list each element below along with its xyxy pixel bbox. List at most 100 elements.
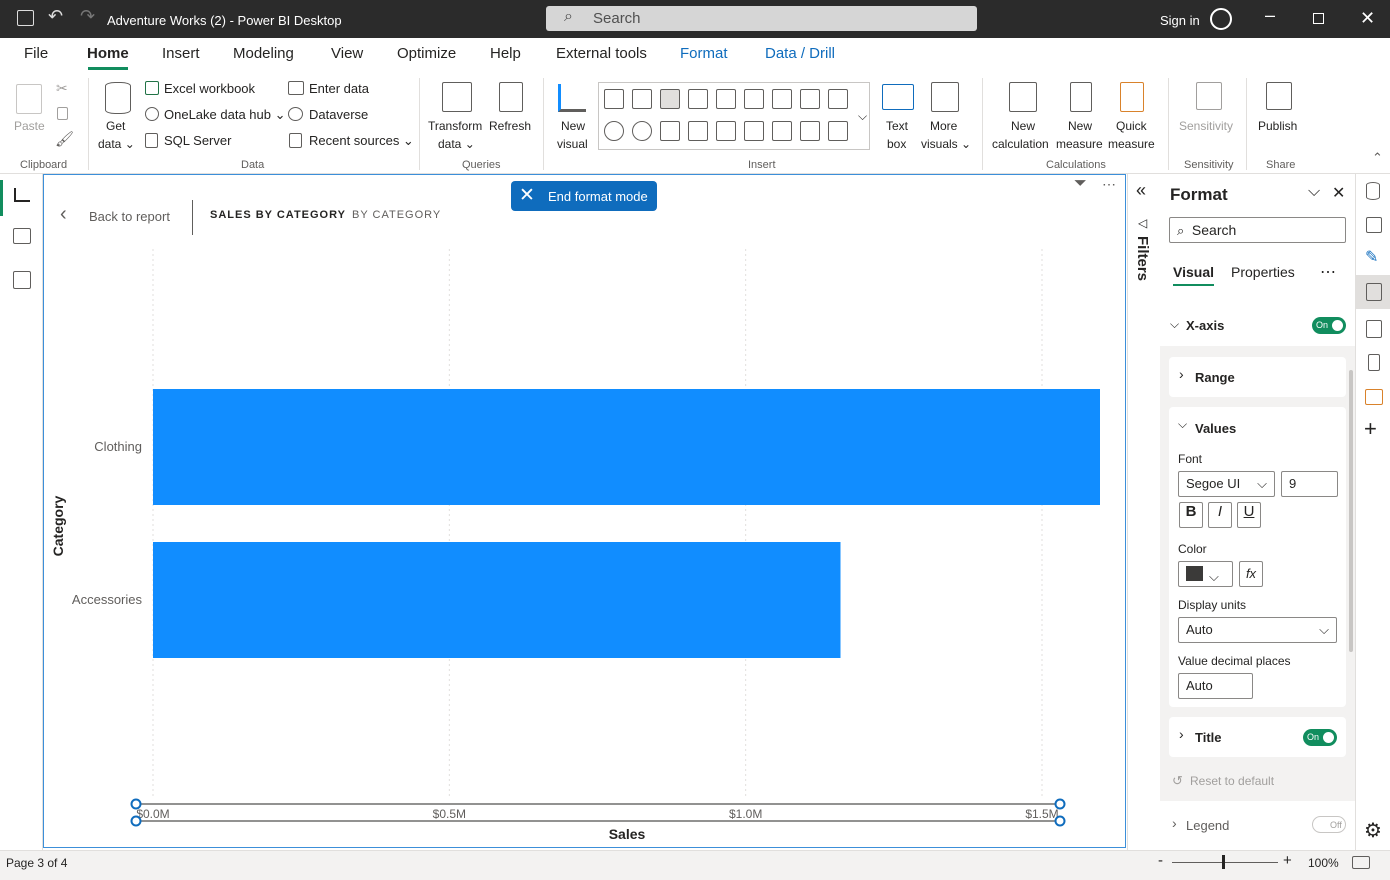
bar-accessories[interactable] bbox=[153, 542, 841, 658]
100-column-visual-icon[interactable] bbox=[744, 89, 764, 109]
fx-button[interactable]: fx bbox=[1239, 561, 1263, 587]
filters-label[interactable]: Filters bbox=[1134, 236, 1151, 281]
report-view-icon[interactable] bbox=[14, 188, 30, 202]
collapse-ribbon-icon[interactable]: ⌃ bbox=[1372, 150, 1383, 166]
card-visual-icon[interactable] bbox=[744, 121, 764, 141]
expand-filters-icon[interactable]: « bbox=[1136, 180, 1146, 201]
treemap-visual-icon[interactable] bbox=[660, 121, 680, 141]
pane-scrollbar[interactable] bbox=[1349, 370, 1353, 652]
bold-button[interactable]: B bbox=[1179, 502, 1203, 528]
enter-data-button[interactable]: Enter data bbox=[309, 81, 369, 96]
clustered-bar-visual-icon[interactable] bbox=[660, 89, 680, 109]
x-axis-section[interactable]: X-axis bbox=[1186, 318, 1224, 333]
more-options-icon[interactable]: ⋯ bbox=[1320, 262, 1336, 282]
gauge-visual-icon[interactable] bbox=[716, 121, 736, 141]
dataverse-button[interactable]: Dataverse bbox=[309, 107, 368, 122]
chevron-down-icon[interactable]: ⌵ bbox=[1308, 183, 1320, 201]
bar-chart[interactable]: $0.0M $0.5M $1.0M $1.5M Clothing Accessories S… bbox=[43, 174, 1126, 848]
new-visual-label-1[interactable]: New bbox=[561, 119, 585, 133]
sql-server-button[interactable]: SQL Server bbox=[164, 133, 231, 148]
format-painter-icon[interactable]: 🖌 bbox=[55, 130, 74, 148]
title-toggle[interactable]: On bbox=[1303, 729, 1337, 746]
map-visual-icon[interactable] bbox=[688, 121, 708, 141]
table-view-icon[interactable] bbox=[13, 228, 31, 244]
italic-button[interactable]: I bbox=[1208, 502, 1232, 528]
legend-section[interactable]: Legend bbox=[1186, 818, 1229, 833]
resize-handle[interactable] bbox=[130, 815, 142, 827]
minimize-icon[interactable]: – bbox=[1265, 5, 1275, 26]
menu-help[interactable]: Help bbox=[490, 45, 521, 62]
refresh-button[interactable]: Refresh bbox=[489, 119, 531, 133]
menu-home[interactable]: Home bbox=[87, 45, 129, 62]
new-measure-label-1[interactable]: New bbox=[1068, 119, 1092, 133]
recent-sources-button[interactable]: Recent sources ⌄ bbox=[309, 133, 414, 149]
display-units-select[interactable]: Auto ⌵ bbox=[1178, 617, 1337, 643]
new-calculation-label-2[interactable]: calculation bbox=[992, 137, 1049, 151]
stacked-column-visual-icon[interactable] bbox=[632, 89, 652, 109]
title-card[interactable]: › Title On bbox=[1169, 717, 1346, 757]
cut-icon[interactable]: ✂ bbox=[56, 80, 68, 97]
new-calculation-label-1[interactable]: New bbox=[1011, 119, 1035, 133]
underline-button[interactable]: U bbox=[1237, 502, 1261, 528]
close-pane-icon[interactable]: ✕ bbox=[1332, 183, 1345, 203]
build-visual-icon[interactable] bbox=[1366, 217, 1382, 233]
menu-file[interactable]: File bbox=[24, 45, 48, 62]
data-pane-icon[interactable] bbox=[1366, 182, 1380, 200]
area-visual-icon[interactable] bbox=[800, 89, 820, 109]
decimal-places-stepper[interactable]: Auto bbox=[1178, 673, 1253, 699]
new-measure-label-2[interactable]: measure bbox=[1056, 137, 1103, 151]
resize-handle[interactable] bbox=[1054, 815, 1066, 827]
text-box-label-2[interactable]: box bbox=[887, 137, 906, 151]
quick-measure-label-1[interactable]: Quick bbox=[1116, 119, 1147, 133]
transform-data-label-2[interactable]: data ⌄ bbox=[438, 137, 475, 151]
copy-icon[interactable] bbox=[57, 107, 68, 120]
stacked-bar-visual-icon[interactable] bbox=[604, 89, 624, 109]
font-size-stepper[interactable]: 9 bbox=[1281, 471, 1338, 497]
multi-row-card-visual-icon[interactable] bbox=[772, 121, 792, 141]
redo-icon[interactable]: ↷ bbox=[80, 6, 95, 27]
resize-handle[interactable] bbox=[130, 798, 142, 810]
values-section[interactable]: Values bbox=[1195, 421, 1236, 436]
menu-external-tools[interactable]: External tools bbox=[556, 45, 647, 62]
tab-visual[interactable]: Visual bbox=[1173, 264, 1214, 280]
ribbon-visual-icon[interactable] bbox=[828, 89, 848, 109]
get-data-label-1[interactable]: Get bbox=[106, 119, 125, 133]
menu-format[interactable]: Format bbox=[680, 45, 728, 62]
settings-gear-icon[interactable]: ⚙ bbox=[1364, 818, 1382, 843]
close-icon[interactable]: ✕ bbox=[1360, 8, 1375, 29]
chevron-down-icon[interactable]: ⌵ bbox=[1178, 417, 1187, 432]
save-icon[interactable] bbox=[17, 10, 34, 26]
menu-view[interactable]: View bbox=[331, 45, 363, 62]
reset-to-default-link[interactable]: Reset to default bbox=[1190, 774, 1274, 788]
chevron-down-icon[interactable]: ⌵ bbox=[1170, 317, 1179, 332]
add-pane-icon[interactable]: + bbox=[1364, 416, 1377, 442]
publish-button[interactable]: Publish bbox=[1258, 119, 1297, 133]
legend-toggle[interactable]: Off bbox=[1312, 816, 1346, 833]
x-axis-toggle[interactable]: On bbox=[1312, 317, 1346, 334]
menu-modeling[interactable]: Modeling bbox=[233, 45, 294, 62]
zoom-slider-thumb[interactable] bbox=[1222, 855, 1225, 869]
menu-optimize[interactable]: Optimize bbox=[397, 45, 456, 62]
bar-clothing[interactable] bbox=[153, 389, 1100, 505]
selection-icon[interactable] bbox=[1365, 389, 1383, 405]
sensitivity-button[interactable]: Sensitivity bbox=[1179, 119, 1233, 133]
zoom-out-icon[interactable]: - bbox=[1158, 852, 1163, 869]
table-visual-icon[interactable] bbox=[800, 121, 820, 141]
quick-measure-label-2[interactable]: measure bbox=[1108, 137, 1155, 151]
100-bar-visual-icon[interactable] bbox=[716, 89, 736, 109]
bookmark-icon[interactable] bbox=[1368, 354, 1380, 371]
zoom-slider[interactable] bbox=[1172, 862, 1278, 863]
sign-in-link[interactable]: Sign in bbox=[1160, 13, 1200, 28]
clustered-column-visual-icon[interactable] bbox=[688, 89, 708, 109]
get-data-label-2[interactable]: data ⌄ bbox=[98, 137, 135, 151]
zoom-in-icon[interactable]: + bbox=[1283, 852, 1292, 869]
color-picker[interactable]: ⌵ bbox=[1178, 561, 1233, 587]
format-paint-icon[interactable]: ✎ bbox=[1365, 247, 1378, 267]
more-visuals-label-2[interactable]: visuals ⌄ bbox=[921, 137, 971, 151]
analytics-icon[interactable] bbox=[1366, 320, 1382, 338]
excel-workbook-button[interactable]: Excel workbook bbox=[164, 81, 255, 96]
account-icon[interactable] bbox=[1210, 8, 1232, 30]
tab-properties[interactable]: Properties bbox=[1231, 264, 1295, 280]
format-search-input[interactable]: ⌕ Search bbox=[1169, 217, 1346, 243]
pie-visual-icon[interactable] bbox=[604, 121, 624, 141]
